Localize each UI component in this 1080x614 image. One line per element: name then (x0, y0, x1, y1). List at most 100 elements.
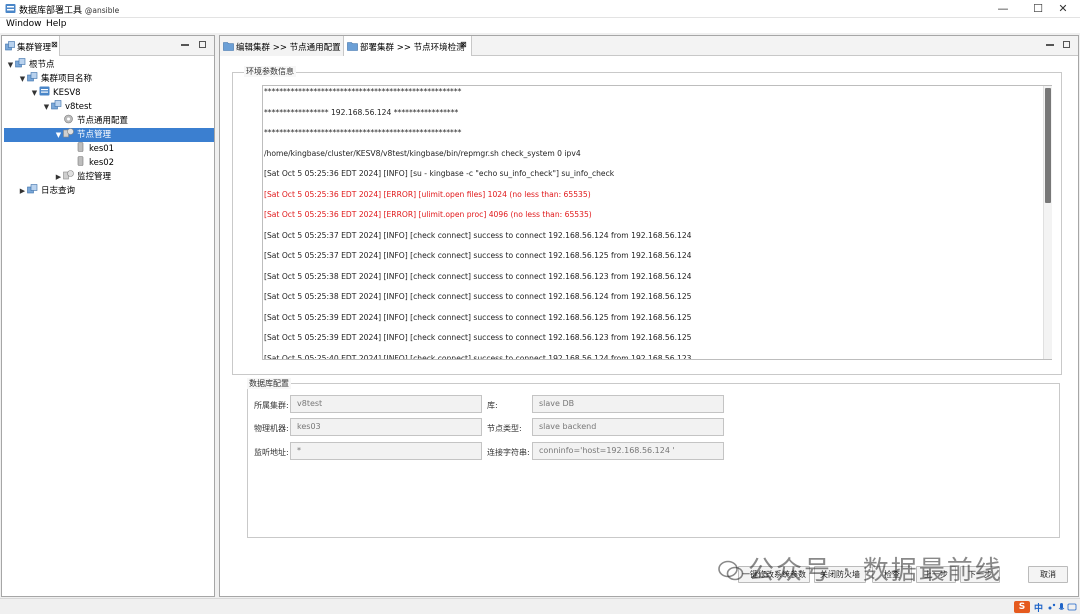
tree-item-label: 节点通用配置 (77, 116, 129, 126)
tree-item-label: kes02 (89, 158, 115, 168)
tab-cluster-management-label: 集群管理 (17, 43, 52, 53)
maximize-view-icon[interactable] (1063, 41, 1070, 48)
title-bar: 数据库部署工具 @ansible — ☐ ✕ (0, 0, 1080, 18)
log-line: [Sat Oct 5 05:25:39 EDT 2024] [INFO] [ch… (264, 312, 692, 322)
expand-toggle-icon[interactable]: ▼ (6, 58, 15, 72)
tree-item-label: KESV8 (53, 88, 81, 98)
log-line: [Sat Oct 5 05:25:37 EDT 2024] [INFO] [ch… (264, 230, 692, 240)
log-scrollbar[interactable] (1043, 86, 1052, 359)
log-line: ***************** 192.168.56.124 *******… (264, 107, 459, 117)
tree-item-label: v8test (65, 102, 92, 112)
tree-item[interactable]: ▼ 节点管理 (2, 128, 214, 142)
log-line: [Sat Oct 5 05:25:36 EDT 2024] [ERROR] [u… (264, 189, 591, 199)
cluster-icon (5, 41, 15, 51)
folder-icon (223, 42, 234, 51)
close-tab-icon[interactable]: ⊠ (51, 40, 58, 49)
log-line: [Sat Oct 5 05:25:40 EDT 2024] [INFO] [ch… (264, 353, 692, 360)
tree-item[interactable]: ▶ 日志查询 (2, 184, 214, 198)
ime-toolbar-icons[interactable] (1047, 602, 1077, 612)
tree-item[interactable]: 节点通用配置 (2, 114, 214, 128)
expand-toggle-icon[interactable]: ▼ (54, 128, 63, 142)
cluster-field[interactable]: v8test (290, 395, 482, 413)
left-tab-bar: 集群管理 ⊠ (2, 36, 214, 56)
window-title-text: 数据库部署工具 (19, 6, 83, 16)
tree-item[interactable]: ▼ 根节点 (2, 58, 214, 72)
conn-string-label: 连接字符串: (487, 448, 530, 457)
log-line: ****************************************… (264, 87, 462, 96)
machine-field[interactable]: kes03 (290, 418, 482, 436)
watermark: 公众号 · 数据最前线 (718, 550, 1003, 587)
close-window-button[interactable]: ✕ (1046, 0, 1080, 18)
cluster-icon (51, 100, 62, 110)
cluster-icon (27, 72, 38, 82)
lib-field[interactable]: slave DB (532, 395, 724, 413)
menu-help[interactable]: Help (46, 19, 67, 29)
node-manage-icon (63, 128, 74, 138)
log-line: [Sat Oct 5 05:25:39 EDT 2024] [INFO] [ch… (264, 333, 692, 342)
listen-address-label: 监听地址: (254, 448, 289, 457)
wechat-icon (718, 560, 744, 581)
menu-bar (0, 18, 1080, 33)
node-type-field[interactable]: slave backend (532, 418, 724, 436)
node-type-label: 节点类型: (487, 424, 522, 433)
window-title: 数据库部署工具 @ansible (19, 3, 119, 16)
log-line: /home/kingbase/cluster/KESV8/v8test/king… (264, 148, 581, 158)
log-scrollbar-thumb[interactable] (1045, 88, 1051, 203)
env-check-log[interactable]: ****************************************… (262, 85, 1052, 360)
minimize-button[interactable]: — (986, 0, 1020, 18)
tree-item[interactable]: ▼ KESV8 (2, 86, 214, 100)
machine-label: 物理机器: (254, 424, 289, 433)
status-bar: S 中 (0, 598, 1080, 614)
window-subtitle: @ansible (84, 6, 120, 15)
folder-icon (347, 42, 358, 51)
listen-address-field[interactable]: * (290, 442, 482, 460)
maximize-view-icon[interactable] (199, 41, 206, 48)
tab-deploy-cluster[interactable]: 部署集群 >> 节点环境检测 ⊠ (344, 36, 472, 56)
cluster-icon (27, 184, 38, 194)
tab-deploy-cluster-label: 部署集群 >> 节点环境检测 (360, 43, 465, 53)
expand-toggle-icon[interactable]: ▶ (54, 170, 63, 184)
database-icon (77, 156, 84, 166)
tree-item[interactable]: ▶ 监控管理 (2, 170, 214, 184)
expand-toggle-icon[interactable]: ▼ (30, 86, 39, 100)
node-manage-icon (63, 170, 74, 180)
log-line: ****************************************… (264, 128, 462, 137)
db-instance-icon (39, 86, 50, 96)
watermark-text: 公众号 · 数据最前线 (748, 556, 1003, 586)
tree-item-label: 根节点 (29, 60, 55, 70)
expand-toggle-icon[interactable]: ▶ (18, 184, 27, 198)
menu-window[interactable]: Window (6, 19, 42, 29)
tree-item[interactable]: ▼ 集群项目名称 (2, 72, 214, 86)
ime-mode-indicator[interactable]: 中 (1034, 601, 1043, 614)
conn-string-field[interactable]: conninfo='host=192.168.56.124 ' (532, 442, 724, 460)
log-line: [Sat Oct 5 05:25:36 EDT 2024] [INFO] [su… (264, 169, 615, 178)
log-line: [Sat Oct 5 05:25:38 EDT 2024] [INFO] [ch… (264, 271, 692, 281)
log-line: [Sat Oct 5 05:25:36 EDT 2024] [ERROR] [u… (264, 210, 592, 219)
database-icon (77, 142, 84, 152)
cluster-icon (15, 58, 26, 68)
expand-toggle-icon[interactable]: ▼ (18, 72, 27, 86)
tree-item[interactable]: ▼ v8test (2, 100, 214, 114)
log-line: [Sat Oct 5 05:25:38 EDT 2024] [INFO] [ch… (264, 292, 692, 301)
minimize-view-icon[interactable] (181, 44, 189, 46)
cancel-button[interactable]: 取消 (1028, 566, 1068, 583)
app-icon (5, 4, 16, 13)
gear-icon (64, 114, 73, 124)
env-params-legend: 环境参数信息 (244, 66, 296, 77)
ime-logo-icon[interactable]: S (1014, 601, 1030, 613)
cluster-tree: ▼ 根节点 ▼ 集群项目名称 ▼ KESV8 ▼ v8test 节点通用配置 ▼ 节点管理 kes01… (2, 58, 214, 198)
expand-toggle-icon[interactable]: ▼ (42, 100, 51, 114)
tab-edit-cluster[interactable]: 编辑集群 >> 节点通用配置 (220, 36, 344, 56)
cluster-management-panel: 集群管理 ⊠ ▼ 根节点 ▼ 集群项目名称 ▼ KESV8 ▼ v8test 节点通用配置 ▼ 节点… (1, 35, 215, 597)
tab-cluster-management[interactable]: 集群管理 ⊠ (2, 36, 60, 56)
minimize-view-icon[interactable] (1046, 44, 1054, 46)
tree-item-label: kes01 (89, 144, 115, 154)
close-tab-icon[interactable]: ⊠ (460, 40, 467, 49)
tree-item-label: 日志查询 (41, 186, 76, 196)
db-config-legend: 数据库配置 (247, 378, 291, 389)
log-line: [Sat Oct 5 05:25:37 EDT 2024] [INFO] [ch… (264, 251, 692, 260)
tree-item[interactable]: kes01 (2, 142, 214, 156)
tree-item-label: 节点管理 (77, 130, 112, 140)
editor-tab-bar: 编辑集群 >> 节点通用配置 部署集群 >> 节点环境检测 ⊠ (220, 36, 1078, 56)
tree-item[interactable]: kes02 (2, 156, 214, 170)
